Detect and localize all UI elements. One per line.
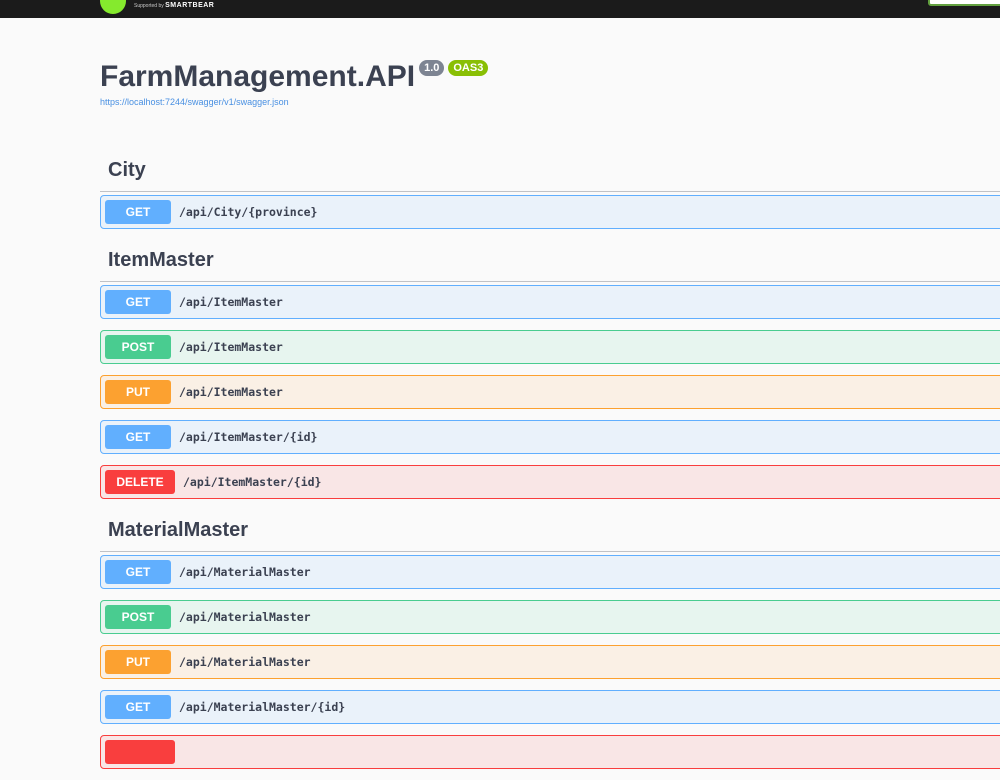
operation-put-itemmaster[interactable]: PUT /api/ItemMaster xyxy=(100,375,1000,409)
method-badge: PUT xyxy=(105,380,171,404)
operation-get-materialmaster-id[interactable]: GET /api/MaterialMaster/{id} xyxy=(100,690,1000,724)
operation-path: /api/ItemMaster xyxy=(179,385,283,399)
tag-section-materialmaster: MaterialMaster GET /api/MaterialMaster P… xyxy=(100,510,1000,769)
method-badge: GET xyxy=(105,200,171,224)
method-badge xyxy=(105,740,175,764)
operation-path: /api/ItemMaster xyxy=(179,295,283,309)
operations-list: City GET /api/City/{province} ItemMaster… xyxy=(100,150,1000,780)
topbar: Supported by SMARTBEAR xyxy=(0,0,1000,18)
version-badge: 1.0 xyxy=(419,60,445,76)
explore-input[interactable] xyxy=(928,0,1000,6)
method-badge: PUT xyxy=(105,650,171,674)
operation-path: /api/ItemMaster xyxy=(179,340,283,354)
oas-badge: OAS3 xyxy=(448,60,489,76)
method-badge: POST xyxy=(105,605,171,629)
operation-get-materialmaster[interactable]: GET /api/MaterialMaster xyxy=(100,555,1000,589)
operation-delete-materialmaster-id[interactable] xyxy=(100,735,1000,769)
operation-post-materialmaster[interactable]: POST /api/MaterialMaster xyxy=(100,600,1000,634)
method-badge: GET xyxy=(105,695,171,719)
method-badge: DELETE xyxy=(105,470,175,494)
tag-section-city: City GET /api/City/{province} xyxy=(100,150,1000,229)
tag-header-itemmaster[interactable]: ItemMaster xyxy=(100,240,1000,282)
operation-get-itemmaster-id[interactable]: GET /api/ItemMaster/{id} xyxy=(100,420,1000,454)
operation-get-city-province[interactable]: GET /api/City/{province} xyxy=(100,195,1000,229)
method-badge: GET xyxy=(105,560,171,584)
tag-header-city[interactable]: City xyxy=(100,150,1000,192)
supported-by-text: Supported by SMARTBEAR xyxy=(134,2,215,9)
operation-path: /api/ItemMaster/{id} xyxy=(179,430,318,444)
operation-path: /api/MaterialMaster xyxy=(179,610,311,624)
tag-section-itemmaster: ItemMaster GET /api/ItemMaster POST /api… xyxy=(100,240,1000,499)
operation-get-itemmaster[interactable]: GET /api/ItemMaster xyxy=(100,285,1000,319)
operation-put-materialmaster[interactable]: PUT /api/MaterialMaster xyxy=(100,645,1000,679)
tag-header-materialmaster[interactable]: MaterialMaster xyxy=(100,510,1000,552)
spec-url-link[interactable]: https://localhost:7244/swagger/v1/swagge… xyxy=(100,96,488,108)
api-info: FarmManagement.API 1.0 OAS3 https://loca… xyxy=(100,60,489,108)
operation-path: /api/MaterialMaster xyxy=(179,655,311,669)
operation-post-itemmaster[interactable]: POST /api/ItemMaster xyxy=(100,330,1000,364)
method-badge: GET xyxy=(105,290,171,314)
swagger-logo-icon[interactable] xyxy=(100,0,126,14)
operation-path: /api/ItemMaster/{id} xyxy=(183,475,322,489)
api-title: FarmManagement.API xyxy=(100,60,416,93)
operation-path: /api/MaterialMaster xyxy=(179,565,311,579)
operation-path: /api/City/{province} xyxy=(179,205,318,219)
operation-path: /api/MaterialMaster/{id} xyxy=(179,700,346,714)
method-badge: POST xyxy=(105,335,171,359)
method-badge: GET xyxy=(105,425,171,449)
operation-delete-itemmaster-id[interactable]: DELETE /api/ItemMaster/{id} xyxy=(100,465,1000,499)
